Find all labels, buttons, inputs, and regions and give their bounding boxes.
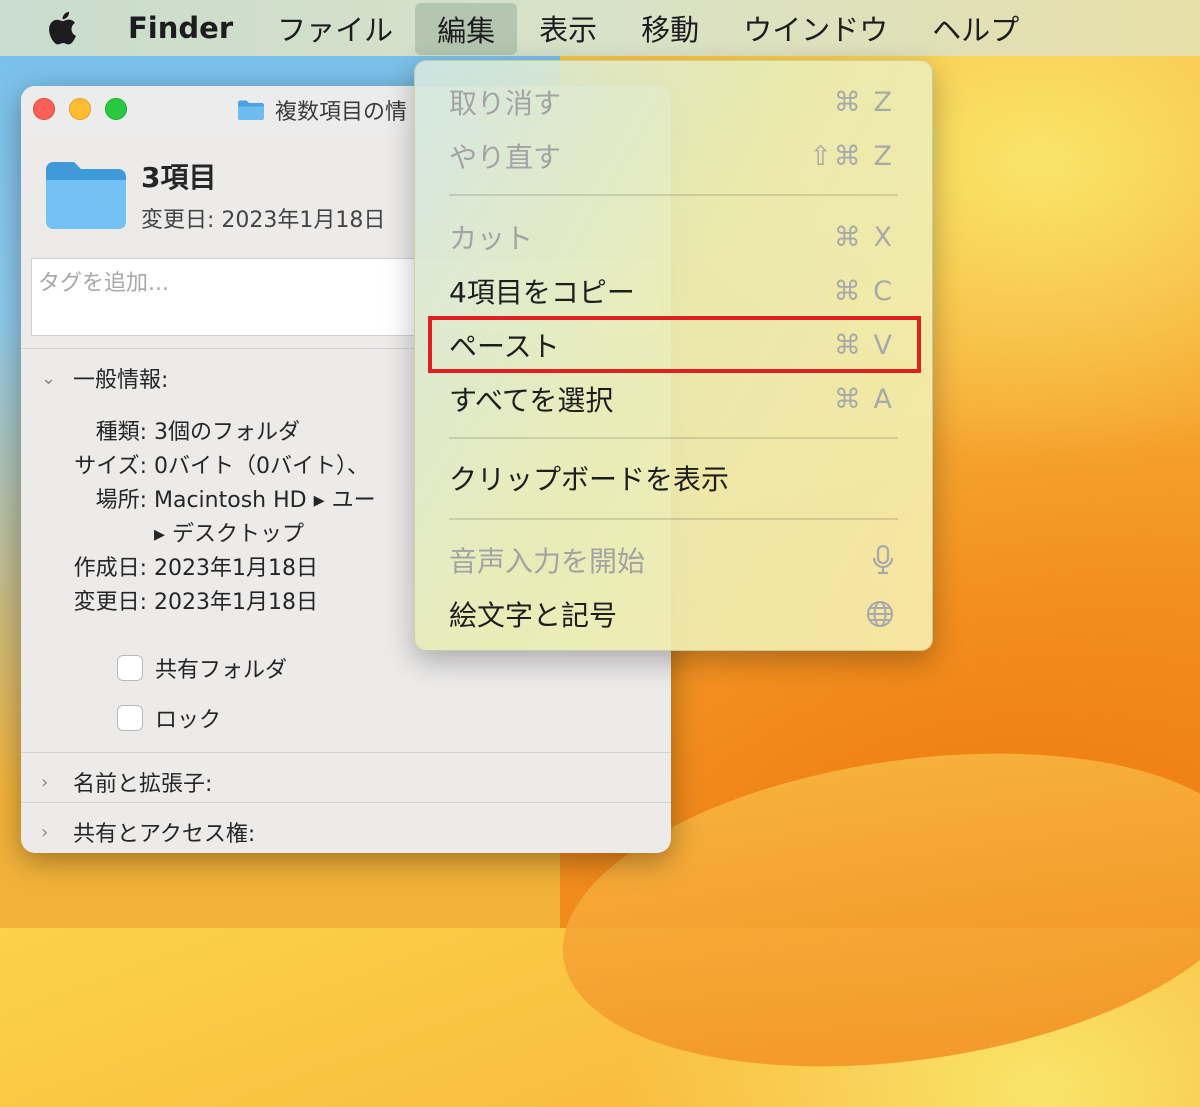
item-count-title: 3項目	[141, 161, 217, 194]
info-row-modified: 変更日: 2023年1月18日	[21, 584, 318, 616]
section-general[interactable]: ⌄ 一般情報:	[41, 362, 168, 394]
menu-view[interactable]: 表示	[517, 0, 619, 56]
tags-placeholder: タグを追加...	[38, 271, 169, 296]
menu-item-redo[interactable]: やり直す ⇧⌘ Z	[449, 131, 894, 181]
row-key: サイズ:	[74, 454, 147, 479]
close-button[interactable]	[33, 98, 55, 120]
menu-item-emoji-symbols[interactable]: 絵文字と記号	[449, 589, 894, 639]
divider	[21, 802, 671, 803]
menu-item-label: 絵文字と記号	[449, 599, 618, 632]
section-name-extension[interactable]: › 名前と拡張子:	[41, 766, 212, 798]
menu-separator	[449, 518, 898, 520]
row-value: ▸ デスクトップ	[154, 522, 305, 547]
row-value: 2023年1月18日	[154, 590, 318, 615]
info-row-created: 作成日: 2023年1月18日	[21, 550, 318, 582]
section-general-label: 一般情報:	[73, 368, 169, 393]
menu-file[interactable]: ファイル	[255, 0, 415, 56]
row-value: Macintosh HD ▸ ユー	[154, 488, 376, 513]
lock-checkbox[interactable]: ロック	[117, 702, 221, 734]
menu-item-shortcut: ⌘ Z	[833, 86, 894, 118]
menu-item-label: 4項目をコピー	[449, 276, 635, 309]
row-key: 種類:	[95, 420, 147, 445]
menu-item-cut[interactable]: カット ⌘ X	[449, 212, 894, 262]
menu-item-label: 音声入力を開始	[449, 545, 646, 578]
menu-item-shortcut: ⇧⌘ Z	[809, 140, 894, 172]
menu-item-label: カット	[449, 222, 534, 255]
zoom-button[interactable]	[105, 98, 127, 120]
info-row-location: 場所: Macintosh HD ▸ ユー	[21, 482, 376, 514]
divider	[21, 752, 671, 753]
window-title: 複数項目の情	[237, 94, 407, 126]
row-key: 場所:	[95, 488, 147, 513]
menu-item-shortcut: ⌘ C	[833, 275, 894, 307]
menu-item-label: すべてを選択	[449, 384, 614, 417]
checkbox-box[interactable]	[117, 655, 143, 681]
menu-item-undo[interactable]: 取り消す ⌘ Z	[449, 77, 894, 127]
menu-item-label: クリップボードを表示	[449, 463, 730, 496]
menu-item-select-all[interactable]: すべてを選択 ⌘ A	[449, 374, 894, 424]
chevron-right-icon: ›	[41, 821, 49, 843]
info-row-size: サイズ: 0バイト（0バイト）、	[21, 448, 369, 480]
row-value: 3個のフォルダ	[154, 420, 300, 445]
menu-item-shortcut: ⌘ X	[833, 221, 894, 253]
section-sharing[interactable]: › 共有とアクセス権:	[41, 816, 255, 848]
menu-separator	[449, 194, 898, 196]
microphone-icon	[872, 545, 894, 575]
menu-finder[interactable]: Finder	[118, 0, 255, 56]
apple-logo-icon[interactable]	[44, 10, 80, 46]
info-row-kind: 種類: 3個のフォルダ	[21, 414, 300, 446]
globe-icon	[866, 600, 894, 628]
shared-folder-label: 共有フォルダ	[155, 658, 288, 683]
section-sharing-label: 共有とアクセス権:	[73, 822, 256, 847]
menu-bar: Finder ファイル 編集 表示 移動 ウインドウ ヘルプ	[0, 0, 1200, 56]
minimize-button[interactable]	[69, 98, 91, 120]
folder-icon	[238, 100, 264, 120]
menu-item-show-clipboard[interactable]: クリップボードを表示	[449, 453, 894, 503]
row-value: 2023年1月18日	[154, 556, 318, 581]
edit-menu: 取り消す ⌘ Z やり直す ⇧⌘ Z カット ⌘ X 4項目をコピー ⌘ C ペ…	[414, 60, 933, 651]
menu-item-label: 取り消す	[449, 87, 562, 120]
shared-folder-checkbox[interactable]: 共有フォルダ	[117, 652, 287, 684]
chevron-right-icon: ›	[41, 771, 49, 793]
checkbox-box[interactable]	[117, 705, 143, 731]
menu-item-start-dictation[interactable]: 音声入力を開始	[449, 535, 894, 585]
chevron-down-icon: ⌄	[41, 367, 57, 389]
menu-window[interactable]: ウインドウ	[721, 0, 910, 56]
paste-highlight-box	[428, 316, 921, 373]
row-value: 0バイト（0バイト）、	[154, 454, 369, 479]
menu-go[interactable]: 移動	[619, 0, 721, 56]
menu-item-label: やり直す	[449, 141, 562, 174]
window-title-text: 複数項目の情	[275, 100, 408, 125]
menu-item-shortcut: ⌘ A	[833, 383, 894, 415]
folder-large-icon	[46, 162, 126, 229]
modified-date-header: 変更日: 2023年1月18日	[141, 208, 386, 233]
section-name-extension-label: 名前と拡張子:	[73, 772, 213, 797]
row-key: 作成日:	[73, 556, 147, 581]
menu-edit[interactable]: 編集	[415, 3, 518, 55]
menu-separator	[449, 437, 898, 439]
row-key: 変更日:	[73, 590, 147, 615]
menu-item-copy[interactable]: 4項目をコピー ⌘ C	[449, 266, 894, 316]
info-row-location-cont: ▸ デスクトップ	[21, 516, 304, 548]
lock-label: ロック	[155, 708, 222, 733]
menu-help[interactable]: ヘルプ	[910, 0, 1041, 56]
